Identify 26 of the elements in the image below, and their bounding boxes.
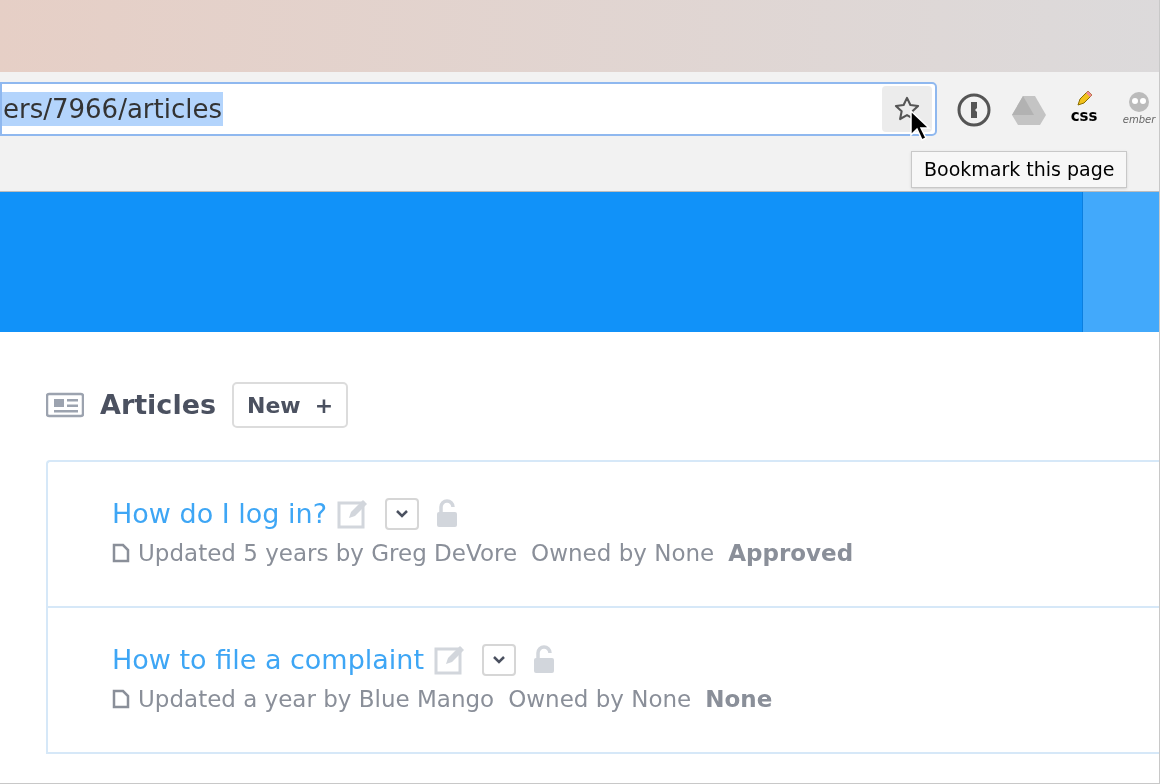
star-icon: [893, 95, 921, 123]
article-status: Approved: [728, 539, 854, 568]
cursor-icon: [909, 109, 933, 143]
article-meta: Updated 5 years by Greg DeVore: [138, 539, 518, 568]
article-meta: Updated a year by Blue Mango: [138, 685, 495, 714]
mascot-icon: [1127, 90, 1151, 114]
chevron-down-icon: [492, 655, 507, 665]
dropdown-button[interactable]: [384, 498, 419, 530]
url-text: ers/7966/articles: [2, 92, 224, 126]
page-heading: Articles: [100, 387, 216, 422]
new-button[interactable]: New +: [232, 382, 349, 428]
keyhole-icon[interactable]: [955, 91, 993, 129]
article-owner: Owned by None: [508, 685, 692, 714]
article-status: None: [705, 685, 773, 714]
article-owner: Owned by None: [531, 539, 715, 568]
newspaper-icon: [46, 392, 84, 418]
document-icon: [112, 543, 130, 564]
mascot-extension-button[interactable]: ember: [1121, 90, 1157, 130]
address-bar[interactable]: ers/7966/articles: [0, 82, 937, 136]
tooltip: Bookmark this page: [911, 151, 1128, 188]
document-icon: [112, 689, 130, 710]
css-extension-button[interactable]: css: [1065, 90, 1103, 130]
plus-icon: +: [314, 388, 334, 422]
dropdown-button[interactable]: [482, 644, 517, 676]
pencil-icon: [1075, 90, 1093, 108]
chevron-down-icon: [394, 509, 409, 519]
